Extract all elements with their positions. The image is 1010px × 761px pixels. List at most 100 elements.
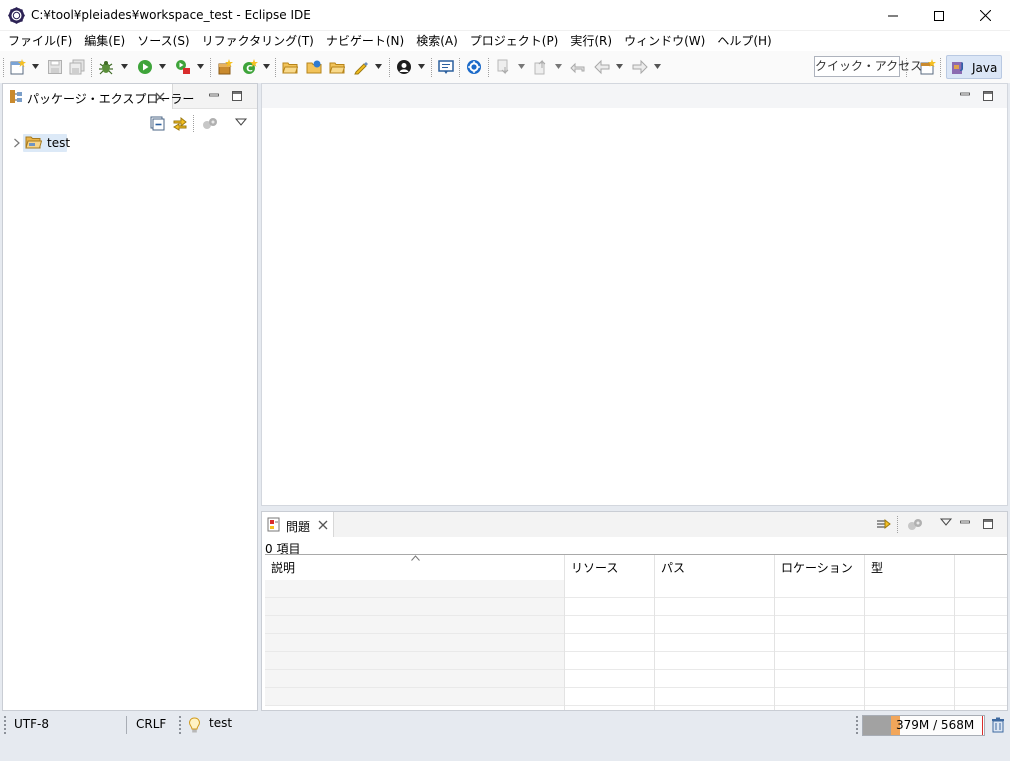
status-line-delimiter[interactable]: CRLF	[136, 717, 166, 731]
view-toolbar-separator	[193, 115, 196, 132]
column-header-path[interactable]: パス	[655, 555, 775, 581]
settings-gear-icon[interactable]	[466, 59, 482, 75]
problems-table-body[interactable]	[265, 580, 1007, 710]
menu-edit[interactable]: 編集(E)	[78, 31, 131, 51]
new-java-class-icon[interactable]: C	[242, 59, 258, 75]
console-icon[interactable]	[438, 59, 454, 75]
open-folder-icon[interactable]	[329, 59, 345, 75]
close-window-button[interactable]	[962, 0, 1008, 31]
chevron-down-icon[interactable]	[616, 64, 623, 69]
column-header-description[interactable]: 説明	[265, 555, 565, 581]
open-project-folder-icon	[25, 136, 42, 149]
column-header-type[interactable]: 型	[865, 555, 955, 581]
save-all-icon[interactable]	[69, 59, 85, 75]
column-divider	[774, 580, 775, 710]
chevron-down-icon[interactable]	[121, 64, 128, 69]
heap-status[interactable]: 379M / 568M	[862, 715, 985, 736]
menu-search[interactable]: 検索(A)	[410, 31, 464, 51]
column-header-location[interactable]: ロケーション	[775, 555, 865, 581]
chevron-down-icon[interactable]	[654, 64, 661, 69]
window-title: C:¥tool¥pleiades¥workspace_test - Eclips…	[31, 8, 311, 22]
quick-access-field[interactable]: クイック・アクセス	[814, 56, 922, 77]
menu-bar: ファイル(F) 編集(E) ソース(S) リファクタリング(T) ナビゲート(N…	[0, 31, 1010, 51]
toolbar-handle[interactable]	[3, 58, 6, 77]
package-explorer-icon	[10, 90, 22, 103]
debug-bug-icon[interactable]	[98, 59, 114, 75]
focus-on-active-task-icon[interactable]	[876, 516, 892, 532]
chevron-down-icon[interactable]	[263, 64, 270, 69]
problems-table-header: 説明 リソース パス ロケーション 型	[265, 554, 1007, 581]
new-wizard-icon[interactable]	[10, 59, 26, 75]
chevron-down-icon[interactable]	[159, 64, 166, 69]
configure-filters-icon[interactable]	[907, 516, 923, 532]
back-arrow-icon[interactable]	[594, 59, 610, 75]
toolbar-separator	[431, 58, 434, 77]
focus-active-task-icon[interactable]	[202, 115, 218, 131]
close-icon[interactable]	[318, 520, 328, 530]
link-with-editor-icon[interactable]	[172, 115, 188, 131]
status-handle	[856, 716, 858, 734]
chevron-down-icon[interactable]	[518, 64, 525, 69]
problems-view: 問題 0 項目 説明 リソース パス ロケーション 型	[261, 511, 1008, 711]
minimize-button[interactable]	[870, 0, 916, 31]
maximize-icon	[934, 10, 944, 21]
column-divider	[654, 580, 655, 710]
menu-file[interactable]: ファイル(F)	[2, 31, 78, 51]
open-task-icon[interactable]	[306, 59, 322, 75]
save-icon[interactable]	[47, 59, 63, 75]
menu-window[interactable]: ウィンドウ(W)	[618, 31, 711, 51]
main-toolbar: C クイック・アクセス J Java	[0, 51, 1010, 83]
user-avatar-icon[interactable]	[396, 59, 412, 75]
view-menu-chevron-icon[interactable]	[938, 515, 954, 531]
menu-navigate[interactable]: ナビゲート(N)	[320, 31, 410, 51]
next-annotation-icon[interactable]	[496, 59, 512, 75]
toolbar-separator	[940, 58, 943, 77]
new-java-package-icon[interactable]	[217, 59, 233, 75]
status-encoding[interactable]: UTF-8	[14, 717, 49, 731]
view-toolbar-separator	[897, 516, 900, 533]
minimize-view-icon[interactable]	[209, 90, 219, 100]
marker-pen-icon[interactable]	[353, 59, 369, 75]
minimize-editor-icon[interactable]	[960, 89, 970, 99]
close-icon[interactable]	[155, 92, 165, 102]
menu-source[interactable]: ソース(S)	[131, 31, 195, 51]
chevron-down-icon[interactable]	[32, 64, 39, 69]
chevron-down-icon[interactable]	[375, 64, 382, 69]
menu-refactor[interactable]: リファクタリング(T)	[196, 31, 320, 51]
status-selection: test	[209, 716, 233, 730]
collapse-all-icon[interactable]	[149, 115, 165, 131]
toolbar-separator	[91, 58, 94, 77]
view-menu-chevron-icon[interactable]	[233, 115, 249, 131]
chevron-down-icon[interactable]	[197, 64, 204, 69]
external-tools-icon[interactable]	[175, 59, 191, 75]
open-perspective-icon[interactable]	[920, 59, 936, 75]
maximize-view-icon[interactable]	[232, 91, 242, 101]
maximize-view-icon[interactable]	[983, 519, 993, 529]
chevron-down-icon[interactable]	[418, 64, 425, 69]
menu-help[interactable]: ヘルプ(H)	[711, 31, 777, 51]
toolbar-separator	[459, 58, 462, 77]
last-edit-location-icon[interactable]	[570, 59, 586, 75]
maximize-button[interactable]	[916, 0, 962, 31]
java-perspective-icon: J	[952, 62, 964, 74]
forward-arrow-icon[interactable]	[632, 59, 648, 75]
java-perspective-button[interactable]: J Java	[946, 55, 1002, 79]
menu-project[interactable]: プロジェクト(P)	[464, 31, 565, 51]
chevron-right-icon[interactable]	[13, 138, 21, 148]
editor-area[interactable]	[261, 83, 1008, 506]
tab-problems[interactable]: 問題	[262, 512, 334, 537]
status-handle	[179, 716, 181, 734]
heap-used-bar	[863, 716, 891, 735]
column-header-resource[interactable]: リソース	[565, 555, 655, 581]
package-explorer-view: パッケージ・エクスプローラー test	[2, 83, 258, 711]
problems-icon	[267, 517, 280, 532]
open-type-icon[interactable]	[282, 59, 298, 75]
run-icon[interactable]	[137, 59, 153, 75]
maximize-editor-icon[interactable]	[983, 91, 993, 101]
garbage-collect-trash-icon[interactable]	[991, 717, 1005, 733]
chevron-down-icon[interactable]	[555, 64, 562, 69]
tab-package-explorer[interactable]: パッケージ・エクスプローラー	[3, 84, 194, 109]
minimize-view-icon[interactable]	[960, 517, 970, 527]
previous-annotation-icon[interactable]	[533, 59, 549, 75]
menu-run[interactable]: 実行(R)	[564, 31, 618, 51]
